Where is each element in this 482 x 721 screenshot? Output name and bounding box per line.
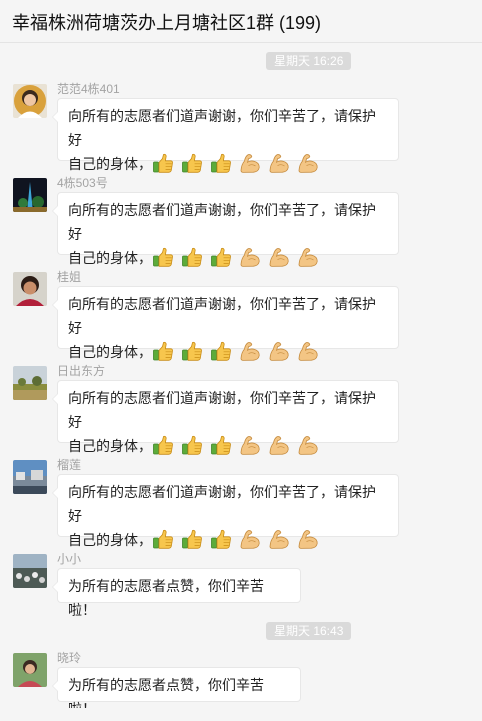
sender-name: 晓玲 (57, 651, 82, 665)
time-badge: 星期天 16:43 (266, 622, 352, 640)
sender-name: 桂姐 (57, 270, 82, 284)
flexed-biceps-icon (297, 340, 319, 362)
flexed-biceps-icon (239, 340, 261, 362)
flexed-biceps-icon (297, 434, 319, 456)
flexed-biceps-icon (268, 340, 290, 362)
flexed-biceps-icon (297, 246, 319, 268)
thumbs-up-icon (152, 528, 174, 550)
sender-name: 4栋503号 (57, 176, 108, 190)
message-bubble[interactable]: 为所有的志愿者点赞，你们辛苦啦！ (52, 568, 301, 618)
message-bubble[interactable]: 向所有的志愿者们道声谢谢，你们辛苦了，请保护好 自己的身体， (52, 380, 399, 443)
thumbs-up-icon (181, 528, 203, 550)
message-text: 自己的身体， (68, 156, 152, 172)
message-text: 为所有的志愿者点赞，你们辛苦啦！ (68, 578, 264, 618)
message-bubble[interactable]: 向所有的志愿者们道声谢谢，你们辛苦了，请保护好 自己的身体， (52, 286, 399, 349)
avatar[interactable] (13, 178, 47, 212)
avatar[interactable] (13, 272, 47, 306)
sender-name: 日出东方 (57, 364, 106, 378)
message-text: 向所有的志愿者们道声谢谢，你们辛苦了，请保护好 (68, 296, 376, 336)
chat-title: 幸福株洲荷塘茨办上月塘社区1群 (199) (12, 13, 322, 33)
message-text: 向所有的志愿者们道声谢谢，你们辛苦了，请保护好 (68, 484, 376, 524)
flexed-biceps-icon (297, 528, 319, 550)
message-text: 自己的身体， (68, 438, 152, 454)
thumbs-up-icon (181, 246, 203, 268)
thumbs-up-icon (210, 434, 232, 456)
avatar[interactable] (13, 460, 47, 494)
thumbs-up-icon (210, 246, 232, 268)
avatar[interactable] (13, 366, 47, 400)
thumbs-up-icon (152, 152, 174, 174)
flexed-biceps-icon (239, 246, 261, 268)
message-bubble[interactable]: 向所有的志愿者们道声谢谢，你们辛苦了，请保护好 自己的身体， (52, 98, 399, 161)
flexed-biceps-icon (239, 152, 261, 174)
message-text: 自己的身体， (68, 250, 152, 266)
thumbs-up-icon (152, 434, 174, 456)
thumbs-up-icon (152, 340, 174, 362)
thumbs-up-icon (152, 246, 174, 268)
flexed-biceps-icon (297, 152, 319, 174)
message-text: 向所有的志愿者们道声谢谢，你们辛苦了，请保护好 (68, 108, 376, 148)
sender-name: 小小 (57, 552, 82, 566)
thumbs-up-icon (181, 152, 203, 174)
message-bubble[interactable]: 为所有的志愿者点赞，你们辛苦啦！ (52, 667, 301, 717)
thumbs-up-icon (210, 152, 232, 174)
flexed-biceps-icon (268, 246, 290, 268)
message-text: 向所有的志愿者们道声谢谢，你们辛苦了，请保护好 (68, 390, 376, 430)
message-bubble[interactable]: 向所有的志愿者们道声谢谢，你们辛苦了，请保护好 自己的身体， (52, 192, 399, 255)
thumbs-up-icon (210, 528, 232, 550)
flexed-biceps-icon (268, 152, 290, 174)
message-text: 自己的身体， (68, 532, 152, 548)
sender-name: 榴莲 (57, 458, 82, 472)
avatar[interactable] (13, 653, 47, 687)
avatar[interactable] (13, 554, 47, 588)
message-text: 向所有的志愿者们道声谢谢，你们辛苦了，请保护好 (68, 202, 376, 242)
chat-header: 幸福株洲荷塘茨办上月塘社区1群 (199) (0, 0, 482, 43)
flexed-biceps-icon (239, 528, 261, 550)
flexed-biceps-icon (239, 434, 261, 456)
thumbs-up-icon (181, 340, 203, 362)
message-bubble[interactable]: 向所有的志愿者们道声谢谢，你们辛苦了，请保护好 自己的身体， (52, 474, 399, 537)
message-text: 自己的身体， (68, 344, 152, 360)
time-badge: 星期天 16:26 (266, 52, 352, 70)
flexed-biceps-icon (268, 434, 290, 456)
avatar[interactable] (13, 84, 47, 118)
sender-name: 范范4栋401 (57, 82, 120, 96)
input-toolbar (0, 708, 482, 720)
thumbs-up-icon (210, 340, 232, 362)
flexed-biceps-icon (268, 528, 290, 550)
thumbs-up-icon (181, 434, 203, 456)
